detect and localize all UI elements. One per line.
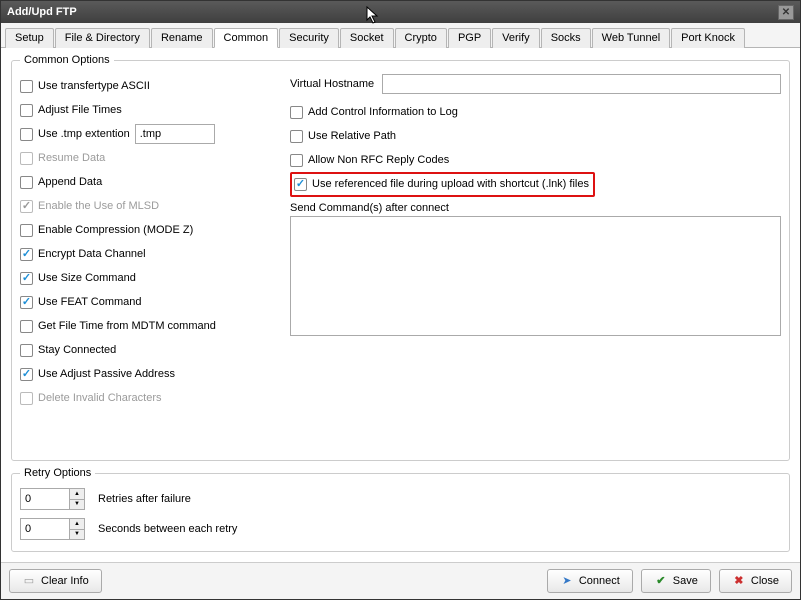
- dialog-window: Add/Upd FTP ✕ Setup File & Directory Ren…: [0, 0, 801, 600]
- seconds-input[interactable]: [20, 518, 70, 540]
- use-size-label: Use Size Command: [38, 272, 136, 284]
- allow-non-rfc-checkbox[interactable]: [290, 154, 303, 167]
- retry-options-group: Retry Options ▲▼ Retries after failure ▲…: [11, 467, 790, 552]
- retries-input[interactable]: [20, 488, 70, 510]
- use-tmp-ext-checkbox[interactable]: [20, 128, 33, 141]
- seconds-label: Seconds between each retry: [98, 523, 237, 535]
- seconds-spinner[interactable]: ▲▼: [20, 518, 85, 540]
- retries-spinner[interactable]: ▲▼: [20, 488, 85, 510]
- enable-mlsd-label: Enable the Use of MLSD: [38, 200, 159, 212]
- use-passive-checkbox[interactable]: [20, 368, 33, 381]
- send-command-textarea[interactable]: [290, 216, 781, 336]
- use-referenced-highlight: Use referenced file during upload with s…: [290, 172, 595, 197]
- connect-label: Connect: [579, 575, 620, 587]
- tab-strip: Setup File & Directory Rename Common Sec…: [1, 23, 800, 48]
- retries-up[interactable]: ▲: [70, 489, 84, 500]
- retries-down[interactable]: ▼: [70, 500, 84, 510]
- add-control-info-checkbox[interactable]: [290, 106, 303, 119]
- use-feat-checkbox[interactable]: [20, 296, 33, 309]
- tab-web-tunnel[interactable]: Web Tunnel: [592, 28, 671, 48]
- virtual-hostname-input[interactable]: [382, 74, 781, 94]
- connect-icon: ➤: [560, 574, 574, 588]
- close-button[interactable]: ✖ Close: [719, 569, 792, 593]
- retries-label: Retries after failure: [98, 493, 191, 505]
- seconds-down[interactable]: ▼: [70, 530, 84, 540]
- delete-invalid-label: Delete Invalid Characters: [38, 392, 162, 404]
- dialog-footer: ▭ Clear Info ➤ Connect ✔ Save ✖ Close: [1, 562, 800, 599]
- tab-pgp[interactable]: PGP: [448, 28, 491, 48]
- enable-compression-checkbox[interactable]: [20, 224, 33, 237]
- encrypt-data-label: Encrypt Data Channel: [38, 248, 146, 260]
- send-command-label: Send Command(s) after connect: [290, 202, 781, 214]
- use-feat-label: Use FEAT Command: [38, 296, 142, 308]
- tab-verify[interactable]: Verify: [492, 28, 540, 48]
- close-icon: ✖: [732, 574, 746, 588]
- use-referenced-checkbox[interactable]: [294, 178, 307, 191]
- virtual-hostname-label: Virtual Hostname: [290, 78, 374, 90]
- save-label: Save: [673, 575, 698, 587]
- transfer-ascii-checkbox[interactable]: [20, 80, 33, 93]
- enable-mlsd-checkbox: [20, 200, 33, 213]
- use-referenced-label: Use referenced file during upload with s…: [312, 178, 589, 190]
- enable-compression-label: Enable Compression (MODE Z): [38, 224, 193, 236]
- tmp-ext-input[interactable]: [135, 124, 215, 144]
- resume-data-checkbox: [20, 152, 33, 165]
- encrypt-data-checkbox[interactable]: [20, 248, 33, 261]
- use-passive-label: Use Adjust Passive Address: [38, 368, 175, 380]
- delete-invalid-checkbox: [20, 392, 33, 405]
- window-title: Add/Upd FTP: [7, 6, 778, 18]
- use-size-checkbox[interactable]: [20, 272, 33, 285]
- seconds-up[interactable]: ▲: [70, 519, 84, 530]
- tab-socks[interactable]: Socks: [541, 28, 591, 48]
- check-icon: ✔: [654, 574, 668, 588]
- save-button[interactable]: ✔ Save: [641, 569, 711, 593]
- tab-file-directory[interactable]: File & Directory: [55, 28, 150, 48]
- stay-connected-label: Stay Connected: [38, 344, 116, 356]
- tab-common[interactable]: Common: [214, 28, 279, 48]
- clear-info-label: Clear Info: [41, 575, 89, 587]
- retry-options-legend: Retry Options: [20, 467, 95, 479]
- tab-socket[interactable]: Socket: [340, 28, 394, 48]
- use-tmp-ext-label: Use .tmp extention: [38, 128, 130, 140]
- tab-security[interactable]: Security: [279, 28, 339, 48]
- tab-rename[interactable]: Rename: [151, 28, 213, 48]
- append-data-label: Append Data: [38, 176, 102, 188]
- tab-crypto[interactable]: Crypto: [395, 28, 447, 48]
- get-file-time-mdtm-checkbox[interactable]: [20, 320, 33, 333]
- get-file-time-mdtm-label: Get File Time from MDTM command: [38, 320, 216, 332]
- resume-data-label: Resume Data: [38, 152, 105, 164]
- transfer-ascii-label: Use transfertype ASCII: [38, 80, 150, 92]
- use-relative-checkbox[interactable]: [290, 130, 303, 143]
- use-relative-label: Use Relative Path: [308, 130, 396, 142]
- common-options-legend: Common Options: [20, 54, 114, 66]
- append-data-checkbox[interactable]: [20, 176, 33, 189]
- window-close-button[interactable]: ✕: [778, 5, 794, 20]
- stay-connected-checkbox[interactable]: [20, 344, 33, 357]
- add-control-info-label: Add Control Information to Log: [308, 106, 458, 118]
- adjust-times-checkbox[interactable]: [20, 104, 33, 117]
- common-options-group: Common Options Use transfertype ASCII Ad…: [11, 54, 790, 461]
- allow-non-rfc-label: Allow Non RFC Reply Codes: [308, 154, 449, 166]
- tab-setup[interactable]: Setup: [5, 28, 54, 48]
- close-label: Close: [751, 575, 779, 587]
- clear-icon: ▭: [22, 574, 36, 588]
- adjust-times-label: Adjust File Times: [38, 104, 122, 116]
- title-bar: Add/Upd FTP ✕: [1, 1, 800, 23]
- tab-port-knock[interactable]: Port Knock: [671, 28, 745, 48]
- clear-info-button[interactable]: ▭ Clear Info: [9, 569, 102, 593]
- content-area: Common Options Use transfertype ASCII Ad…: [1, 48, 800, 562]
- connect-button[interactable]: ➤ Connect: [547, 569, 633, 593]
